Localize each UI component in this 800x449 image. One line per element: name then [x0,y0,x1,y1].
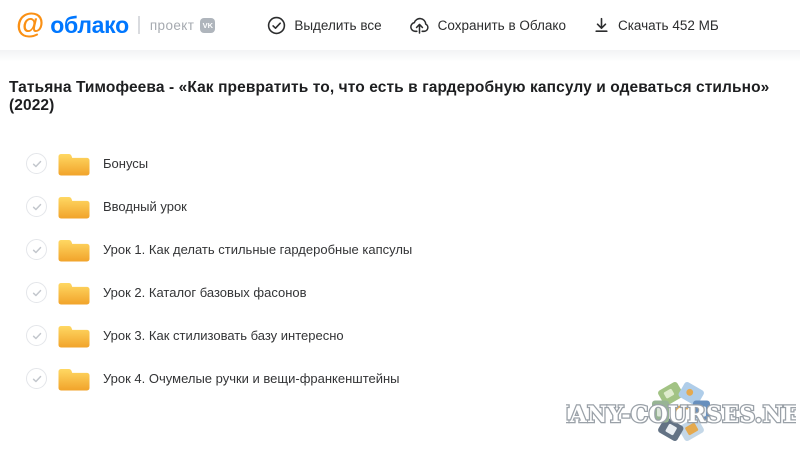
folder-icon[interactable] [57,237,91,263]
cloud-logo[interactable]: @ облако проект VK [16,12,215,39]
brand-name: облако [50,12,129,39]
folder-icon[interactable] [57,151,91,177]
item-checkbox[interactable] [26,239,47,260]
item-label[interactable]: Урок 3. Как стилизовать базу интересно [103,328,344,343]
list-item[interactable]: Урок 2. Каталог базовых фасонов [0,271,800,314]
file-list: Бонусы Вводный ур [0,142,800,400]
list-item[interactable]: Урок 3. Как стилизовать базу интересно [0,314,800,357]
list-item[interactable]: Урок 1. Как делать стильные гардеробные … [0,228,800,271]
page-title: Татьяна Тимофеева - «Как превратить то, … [9,79,786,115]
save-to-cloud-button[interactable]: Сохранить в Облако [409,15,566,35]
item-label[interactable]: Урок 4. Очумелые ручки и вещи-франкенште… [103,371,400,386]
item-checkbox[interactable] [26,282,47,303]
watermark-text: MANY-COURSES.NET [566,402,796,428]
check-circle-icon [267,16,286,35]
folder-icon[interactable] [57,323,91,349]
item-checkbox[interactable] [26,325,47,346]
list-item[interactable]: Бонусы [0,142,800,185]
folder-icon[interactable] [57,280,91,306]
item-checkbox[interactable] [26,368,47,389]
cloud-share-page: @ облако проект VK Выделить все [0,0,800,449]
list-item[interactable]: Вводный урок [0,185,800,228]
project-label: проект [150,18,194,33]
download-icon [593,16,610,34]
select-all-label: Выделить все [294,18,381,33]
item-label[interactable]: Бонусы [103,156,148,171]
header-shadow [0,50,800,62]
vk-logo-icon: VK [200,18,215,33]
mailru-at-icon: @ [16,10,44,39]
download-button[interactable]: Скачать 452 МБ [593,16,719,34]
download-label: Скачать 452 МБ [618,18,719,33]
item-checkbox[interactable] [26,196,47,217]
logo-divider [138,16,140,34]
item-label[interactable]: Урок 1. Как делать стильные гардеробные … [103,242,412,257]
save-to-cloud-label: Сохранить в Облако [438,18,566,33]
list-item[interactable]: Урок 4. Очумелые ручки и вещи-франкенште… [0,357,800,400]
main-content: Татьяна Тимофеева - «Как превратить то, … [0,79,800,400]
item-label[interactable]: Вводный урок [103,199,187,214]
item-checkbox[interactable] [26,153,47,174]
cloud-upload-icon [409,15,430,35]
folder-icon[interactable] [57,366,91,392]
header-actions: Выделить все Сохранить в Облако [267,15,718,35]
header: @ облако проект VK Выделить все [0,0,800,50]
item-label[interactable]: Урок 2. Каталог базовых фасонов [103,285,307,300]
select-all-button[interactable]: Выделить все [267,16,381,35]
folder-icon[interactable] [57,194,91,220]
